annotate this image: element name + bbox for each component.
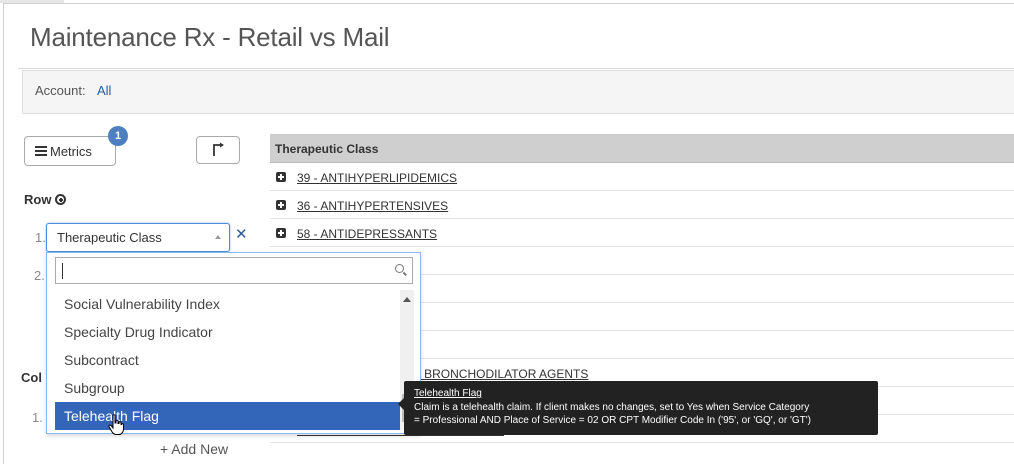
scroll-up-icon[interactable] (403, 297, 411, 302)
table-row: 58 - ANTIDEPRESSANTS (270, 219, 1014, 247)
add-new-button[interactable]: + Add New (160, 441, 228, 457)
expand-icon[interactable] (276, 200, 286, 210)
hand-pointer-icon (108, 414, 124, 435)
table-row: 36 - ANTIHYPERTENSIVES (270, 191, 1014, 219)
expand-icon[interactable] (276, 172, 286, 182)
tooltip-line-1: Claim is a telehealth claim. If client m… (414, 402, 810, 413)
row-2-number: 2. (34, 268, 45, 283)
row-label[interactable]: 36 - ANTIHYPERTENSIVES (297, 199, 448, 213)
metrics-button-label: Metrics (50, 143, 92, 159)
dropdown-option[interactable]: Subgroup (55, 374, 400, 402)
account-filter-value[interactable]: All (97, 83, 111, 98)
text-cursor (62, 263, 63, 279)
dropdown-options: Social Vulnerability Index Specialty Dru… (55, 290, 400, 430)
column-section-heading: Col (21, 370, 42, 385)
caret-up-icon (215, 235, 221, 239)
expand-icon[interactable] (276, 228, 286, 238)
tooltip-title: Telehealth Flag (414, 388, 482, 399)
table-row: 39 - ANTIHYPERLIPIDEMICS (270, 163, 1014, 191)
grid-column-header[interactable]: Therapeutic Class (270, 134, 1014, 163)
row-1-number: 1. (35, 230, 46, 245)
dropdown-option[interactable]: Social Vulnerability Index (55, 290, 400, 318)
account-filter-label: Account: (35, 83, 86, 98)
pivot-button[interactable] (196, 136, 240, 164)
filter-bar: Account: All (22, 70, 1014, 114)
column-1-number: 1. (32, 410, 43, 425)
tooltip-line-2: = Professional AND Place of Service = 02… (414, 415, 811, 426)
metrics-count-badge: 1 (108, 126, 128, 146)
title-divider (18, 68, 1014, 69)
row-heading-label: Row (24, 192, 52, 207)
search-icon (395, 264, 404, 273)
row-1-select-value: Therapeutic Class (57, 230, 162, 245)
row-label[interactable]: 58 - ANTIDEPRESSANTS (297, 227, 437, 241)
row-field-dropdown: Social Vulnerability Index Specialty Dru… (46, 252, 421, 434)
row-section-heading: Row (24, 192, 67, 207)
row-label[interactable]: 39 - ANTIHYPERLIPIDEMICS (297, 171, 457, 185)
metrics-button[interactable]: Metrics (24, 136, 116, 166)
dropdown-option[interactable]: Specialty Drug Indicator (55, 318, 400, 346)
list-icon (35, 146, 47, 156)
add-row-icon[interactable] (55, 194, 67, 205)
pivot-arrow-icon (213, 142, 224, 156)
dropdown-search-input[interactable] (55, 257, 413, 284)
page-title: Maintenance Rx - Retail vs Mail (30, 22, 390, 52)
remove-row-icon[interactable]: ✕ (235, 227, 248, 242)
dropdown-option[interactable]: Subcontract (55, 346, 400, 374)
telehealth-tooltip: Telehealth Flag Claim is a telehealth cl… (398, 381, 878, 435)
dropdown-option-highlighted[interactable]: Telehealth Flag (55, 402, 400, 430)
row-1-select[interactable]: Therapeutic Class (46, 223, 230, 252)
